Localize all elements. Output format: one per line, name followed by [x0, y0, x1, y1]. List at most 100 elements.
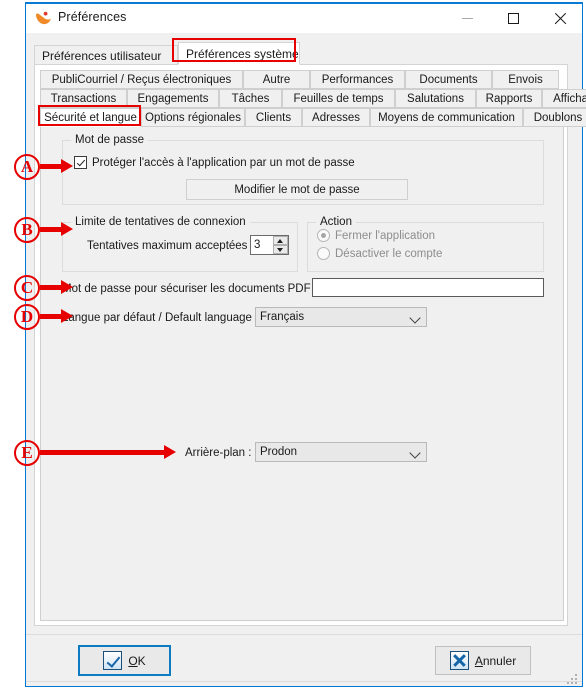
cancel-button-content: Annuler — [449, 651, 516, 670]
radio-indicator — [317, 229, 330, 242]
tab-salutations[interactable]: Salutations — [395, 89, 476, 108]
pdf-password-input[interactable] — [312, 278, 544, 297]
tab-doublons[interactable]: Doublons — [523, 108, 586, 127]
tab-label: Clients — [255, 112, 292, 124]
checkbox-label: Protéger l'accès à l'application par un … — [92, 156, 355, 169]
tab-label: Options régionales — [145, 112, 241, 124]
tab-label: PubliCourriel / Reçus électroniques — [51, 74, 232, 86]
stepper-value: 3 — [254, 239, 261, 251]
annotation-marker-e: E — [14, 440, 40, 466]
radio-label: Désactiver le compte — [335, 247, 443, 260]
footer-divider — [26, 634, 582, 635]
tab-label: Autre — [262, 74, 291, 86]
tab-label: Engagements — [137, 93, 209, 105]
stepper-buttons — [272, 236, 288, 254]
annotation-arrow-c — [40, 280, 73, 294]
tab-moyens-de-communication[interactable]: Moyens de communication — [370, 108, 523, 127]
ok-button-content: OK — [103, 651, 146, 670]
background-label: Arrière-plan : — [185, 447, 252, 459]
tab-label: Salutations — [407, 93, 464, 105]
tab-label: Sécurité et langue — [44, 112, 137, 124]
window-client-area: Préférences utilisateur Préférences syst… — [26, 33, 586, 686]
stepper-down-icon[interactable] — [273, 245, 288, 254]
minimize-icon — [461, 18, 473, 19]
tab-label: Documents — [419, 74, 478, 86]
securite-et-langue-panel: Mot de passe Protéger l'accès à l'applic… — [40, 127, 564, 621]
tab-label: Doublons — [533, 112, 583, 124]
background-combo[interactable]: Prodon — [255, 442, 427, 462]
annotation-marker-b: B — [14, 217, 40, 243]
radio-fermer-application[interactable]: Fermer l'application — [317, 229, 435, 242]
tab-preferences-utilisateur[interactable]: Préférences utilisateur — [34, 45, 178, 65]
tab-feuilles-de-temps[interactable]: Feuilles de temps — [282, 89, 395, 108]
tab-publicourriel-recus-electroniques[interactable]: PubliCourriel / Reçus électroniques — [40, 70, 243, 89]
change-password-button[interactable]: Modifier le mot de passe — [186, 179, 408, 200]
tab-label: Adresses — [312, 112, 360, 124]
inner-tab-row-3: Sécurité et langue Options régionales Cl… — [40, 108, 586, 127]
tab-performances[interactable]: Performances — [310, 70, 405, 89]
tab-envois[interactable]: Envois — [492, 70, 559, 89]
close-icon — [553, 12, 566, 25]
tab-label: Rapports — [485, 93, 533, 105]
annotation-arrow-b — [40, 222, 73, 236]
combo-value: Français — [260, 311, 305, 323]
tab-autre[interactable]: Autre — [243, 70, 310, 89]
stepper-up-icon[interactable] — [273, 236, 288, 245]
app-bird-icon — [36, 11, 51, 25]
tab-taches[interactable]: Tâches — [219, 89, 282, 108]
radio-indicator — [317, 247, 330, 260]
cancel-button[interactable]: Annuler — [435, 646, 531, 675]
tab-transactions[interactable]: Transactions — [40, 89, 127, 108]
tab-affichage[interactable]: Affichage — [542, 89, 586, 108]
pdf-password-label: Mot de passe pour sécuriser les document… — [62, 283, 318, 295]
tab-label: Préférences utilisateur — [42, 49, 162, 63]
close-button[interactable] — [536, 4, 582, 33]
tab-engagements[interactable]: Engagements — [127, 89, 219, 108]
tab-options-regionales[interactable]: Options régionales — [141, 108, 245, 127]
tab-label: Tâches — [231, 93, 270, 105]
button-label: Modifier le mot de passe — [234, 183, 360, 196]
annotation-marker-d: D — [14, 304, 40, 330]
cancel-button-label: Annuler — [475, 654, 516, 668]
radio-label: Fermer l'application — [335, 229, 435, 242]
preferences-window: Préférences Préférences utilisateur Préf… — [25, 2, 586, 687]
annotation-marker-a: A — [14, 154, 40, 180]
protect-access-checkbox[interactable]: Protéger l'accès à l'application par un … — [74, 156, 355, 169]
chevron-down-icon — [404, 443, 426, 461]
ok-rest: K — [137, 653, 146, 668]
cancel-mnemonic: A — [474, 653, 483, 668]
chevron-down-icon — [404, 308, 426, 326]
maximize-icon — [507, 13, 519, 24]
ok-button[interactable]: OK — [78, 645, 171, 676]
tab-label: Envois — [508, 74, 543, 86]
minimize-button[interactable] — [444, 4, 490, 33]
checkbox-indicator — [74, 156, 87, 169]
tab-preferences-systeme[interactable]: Préférences système — [178, 42, 300, 65]
ok-button-label: OK — [128, 654, 145, 668]
max-attempts-stepper[interactable]: 3 — [250, 235, 289, 255]
tab-label: Affichage — [553, 93, 586, 105]
outer-tab-panel: PubliCourriel / Reçus électroniques Autr… — [34, 64, 586, 626]
tab-label: Moyens de communication — [378, 112, 515, 124]
tab-documents[interactable]: Documents — [405, 70, 492, 89]
cross-icon — [449, 651, 469, 670]
cancel-rest: nnuler — [482, 653, 517, 668]
default-language-combo[interactable]: Français — [255, 307, 427, 327]
radio-desactiver-compte[interactable]: Désactiver le compte — [317, 247, 442, 260]
maximize-button[interactable] — [490, 4, 536, 33]
tab-adresses[interactable]: Adresses — [302, 108, 370, 127]
tab-securite-et-langue[interactable]: Sécurité et langue — [40, 108, 141, 127]
inner-tab-row-1: PubliCourriel / Reçus électroniques Autr… — [40, 70, 564, 89]
annotation-arrow-e — [40, 445, 176, 459]
annotation-arrow-a — [40, 159, 73, 173]
window-title: Préférences — [58, 10, 127, 24]
tab-clients[interactable]: Clients — [245, 108, 302, 127]
inner-tab-row-2: Transactions Engagements Tâches Feuilles… — [40, 89, 586, 108]
tab-rapports[interactable]: Rapports — [476, 89, 542, 108]
tab-label: Transactions — [50, 93, 117, 105]
tab-label: Feuilles de temps — [293, 93, 384, 105]
ok-mnemonic: O — [128, 653, 138, 668]
resize-grip[interactable] — [567, 672, 578, 684]
inner-tab-strip: PubliCourriel / Reçus électroniques Autr… — [40, 70, 586, 127]
action-group-title: Action — [316, 216, 356, 228]
